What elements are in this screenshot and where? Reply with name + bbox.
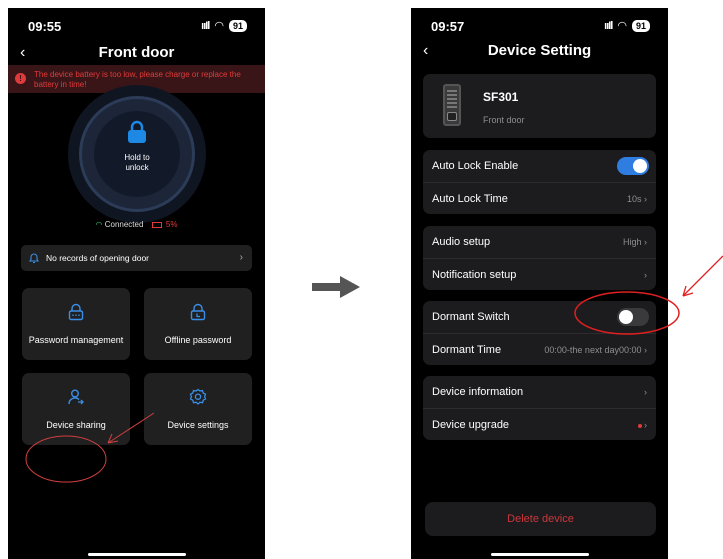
audio-setup-value: High › [623, 226, 647, 258]
device-upgrade-label: Device upgrade [432, 419, 510, 431]
page-title: Device Setting [487, 42, 592, 59]
auto-lock-time-row[interactable]: Auto Lock Time 10s › [423, 182, 656, 214]
gear-icon [189, 388, 207, 405]
hold-label-line2: unlock [125, 163, 149, 172]
device-info-group: Device information › Device upgrade › [423, 376, 656, 440]
auto-lock-time-label: Auto Lock Time [432, 193, 508, 205]
toggle-knob [619, 310, 633, 324]
dormant-time-row[interactable]: Dormant Time 00:00-the next day00:00 › [423, 333, 656, 365]
auto-lock-time-value: 10s › [627, 183, 647, 215]
auto-lock-enable-label: Auto Lock Enable [432, 160, 519, 172]
device-settings-label: Device settings [167, 420, 229, 430]
nav-bar: ‹ Device Setting [411, 40, 668, 62]
wifi-icon: ◠ [214, 20, 224, 32]
records-text: No records of opening door [46, 253, 150, 263]
low-battery-icon [151, 221, 162, 228]
status-icons: ııIl ◠ 91 [604, 19, 650, 32]
chevron-right-icon: › [644, 387, 647, 397]
bell-icon [28, 253, 40, 264]
device-location: Front door [483, 115, 525, 125]
home-indicator [491, 553, 589, 556]
alert-icon: ! [15, 73, 26, 84]
smart-lock-thumbnail [443, 84, 461, 126]
chevron-right-icon: › [644, 420, 647, 430]
status-bar: 09:57 ııIl ◠ 91 [411, 8, 668, 42]
chevron-right-icon: › [644, 270, 647, 280]
status-icons: ııIl ◠ 91 [201, 19, 247, 32]
offline-lock-icon [190, 303, 206, 321]
auto-lock-time-text: 10s [626, 194, 642, 204]
phone-screen-device-setting: 09:57 ııIl ◠ 91 ‹ Device Setting SF301 F… [411, 8, 668, 559]
nav-bar: ‹ Front door [8, 42, 265, 64]
cellular-signal-icon: ııIl [604, 19, 613, 32]
auto-lock-enable-row: Auto Lock Enable [423, 150, 656, 182]
status-time: 09:57 [431, 19, 465, 34]
transition-arrow-icon [312, 276, 360, 298]
device-sharing-tile[interactable]: Device sharing [22, 373, 130, 445]
device-information-row[interactable]: Device information › [423, 376, 656, 408]
status-time: 09:55 [28, 19, 62, 34]
dormant-switch-row: Dormant Switch [423, 301, 656, 333]
chevron-right-icon: › [239, 252, 243, 263]
dormant-switch-label: Dormant Switch [432, 311, 510, 323]
dormant-time-text: 00:00-the next day00:00 [544, 345, 642, 355]
home-indicator [88, 553, 186, 556]
cellular-signal-icon: ııIl [201, 19, 210, 32]
delete-device-button[interactable]: Delete device [425, 502, 656, 536]
device-upgrade-row[interactable]: Device upgrade › [423, 408, 656, 440]
update-badge-dot [638, 423, 642, 428]
notification-setup-row[interactable]: Notification setup › [423, 258, 656, 290]
page-title: Front door [98, 44, 175, 61]
chevron-right-icon: › [644, 194, 647, 204]
opening-records-row[interactable]: No records of opening door › [21, 245, 252, 271]
audio-setup-row[interactable]: Audio setup High › [423, 226, 656, 258]
dormant-toggle[interactable] [617, 308, 649, 326]
phone-screen-lock-home: 09:55 ııIl ◠ 91 ‹ Front door ! The devic… [8, 8, 265, 559]
auto-lock-group: Auto Lock Enable Auto Lock Time 10s › [423, 150, 656, 214]
keypad-graphic [447, 90, 457, 108]
notification-setup-label: Notification setup [432, 269, 517, 281]
device-sharing-label: Device sharing [46, 420, 106, 430]
audio-setup-label: Audio setup [432, 236, 491, 248]
connection-text: Connected [104, 220, 144, 229]
upgrade-indicator: › [638, 409, 647, 441]
chevron-right-icon: › [644, 345, 647, 355]
offline-password-label: Offline password [164, 335, 232, 345]
hold-label-line1: Hold to [124, 153, 150, 162]
toggle-knob [633, 159, 647, 173]
padlock-icon [128, 120, 146, 143]
battery-percent: 5% [165, 220, 178, 229]
annotation-arrow-right [682, 255, 723, 297]
chevron-right-icon: › [644, 237, 647, 247]
device-model: SF301 [483, 90, 519, 104]
audio-notification-group: Audio setup High › Notification setup › [423, 226, 656, 290]
auto-lock-toggle[interactable] [617, 157, 649, 175]
dormant-group: Dormant Switch Dormant Time 00:00-the ne… [423, 301, 656, 365]
status-bar: 09:55 ııIl ◠ 91 [8, 8, 265, 42]
handle-graphic [447, 112, 457, 121]
battery-icon: 91 [631, 19, 650, 32]
password-management-label: Password management [28, 335, 124, 345]
connection-status: ◠ Connected 5% [8, 220, 265, 229]
user-share-icon [68, 389, 84, 405]
device-information-label: Device information [432, 386, 524, 398]
hold-to-unlock-label: Hold to unlock [94, 153, 180, 173]
offline-password-tile[interactable]: Offline password [144, 288, 252, 360]
wifi-icon: ◠ [617, 20, 627, 32]
dormant-time-value: 00:00-the next day00:00 › [544, 334, 647, 366]
audio-level-text: High [622, 237, 642, 247]
device-settings-tile[interactable]: Device settings [144, 373, 252, 445]
battery-icon: 91 [228, 19, 247, 32]
password-lock-icon [68, 303, 84, 321]
wifi-connected-icon: ◠ [95, 220, 103, 229]
dormant-time-label: Dormant Time [432, 344, 502, 356]
password-management-tile[interactable]: Password management [22, 288, 130, 360]
